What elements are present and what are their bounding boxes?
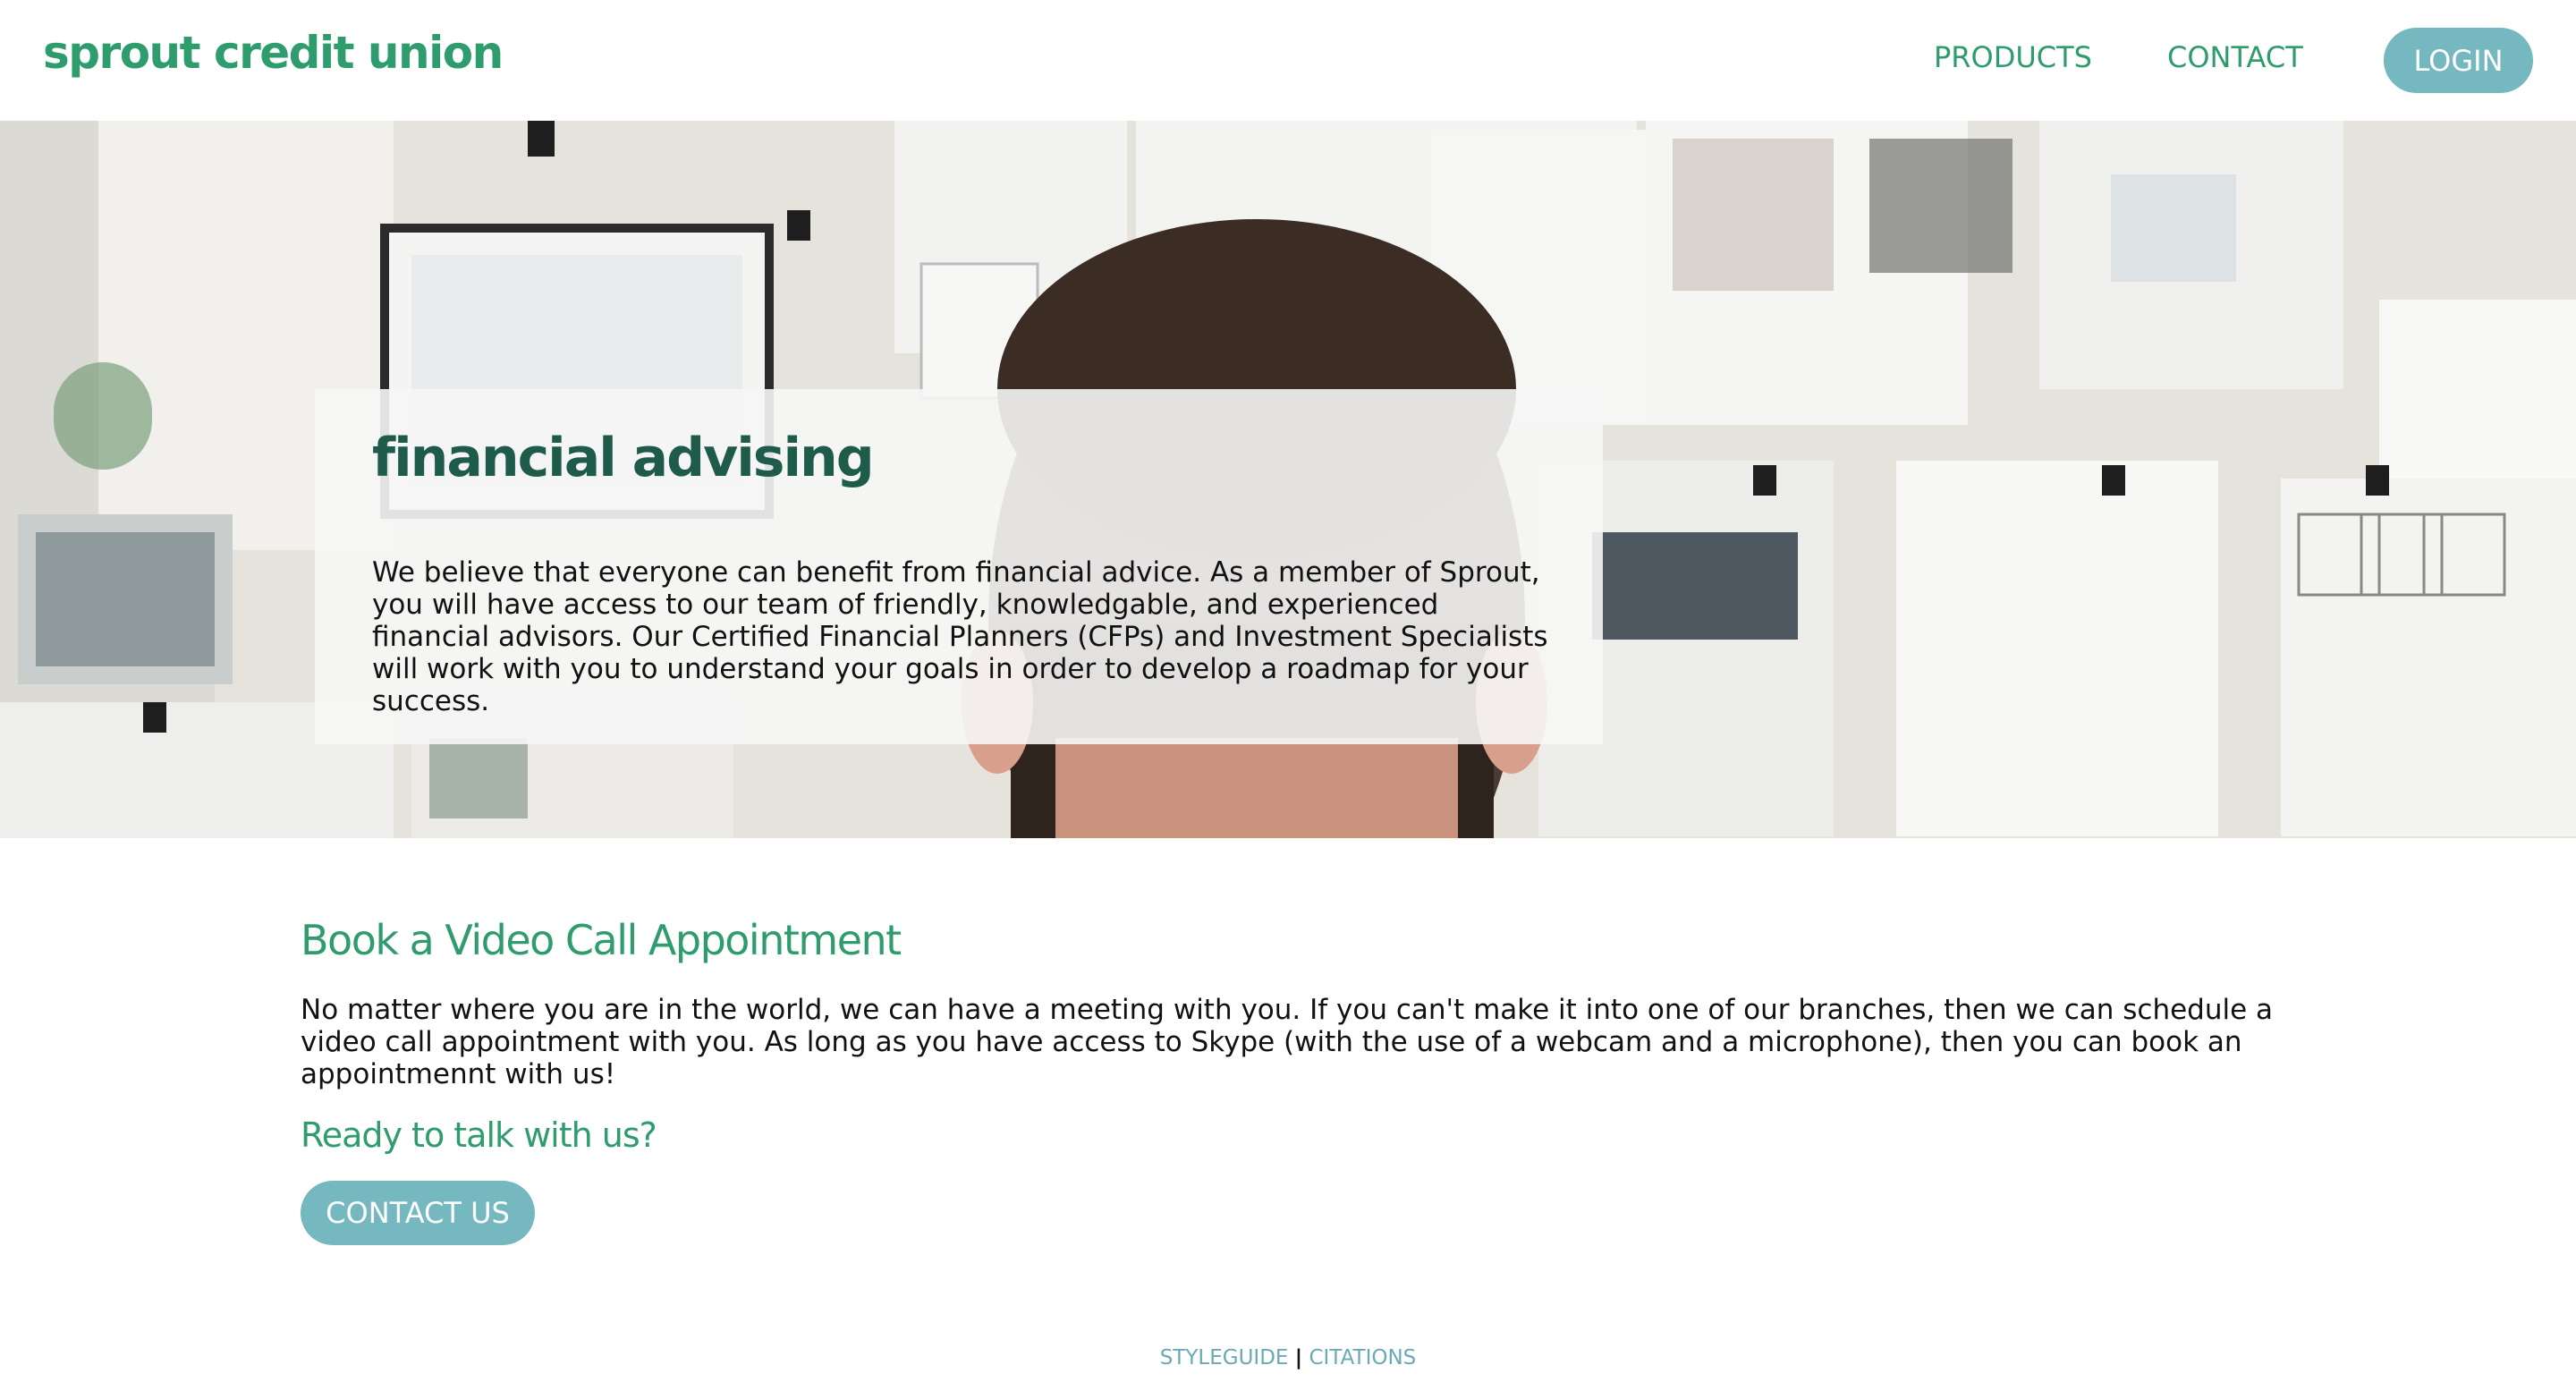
site-footer: STYLEGUIDE | CITATIONS [0,1346,2576,1369]
site-logo[interactable]: sprout credit union [43,27,504,79]
ready-to-talk-heading: Ready to talk with us? [301,1115,657,1155]
citations-link[interactable]: CITATIONS [1309,1346,1416,1369]
contact-us-button[interactable]: CONTACT US [301,1181,535,1245]
footer-separator: | [1294,1346,1303,1369]
site-header: sprout credit union PRODUCTS CONTACT LOG… [0,0,2576,121]
styleguide-link[interactable]: STYLEGUIDE [1160,1346,1289,1369]
hero-description: We believe that everyone can benefit fro… [372,556,1548,717]
nav-contact-link[interactable]: CONTACT [2167,40,2303,74]
hero-banner: financial advising We believe that every… [0,121,2576,838]
login-button[interactable]: LOGIN [2384,28,2533,93]
video-call-heading: Book a Video Call Appointment [301,916,902,964]
hero-title: financial advising [372,427,875,489]
nav-products-link[interactable]: PRODUCTS [1934,40,2092,74]
hero-card: financial advising We believe that every… [315,389,1603,744]
video-call-description: No matter where you are in the world, we… [301,994,2274,1090]
